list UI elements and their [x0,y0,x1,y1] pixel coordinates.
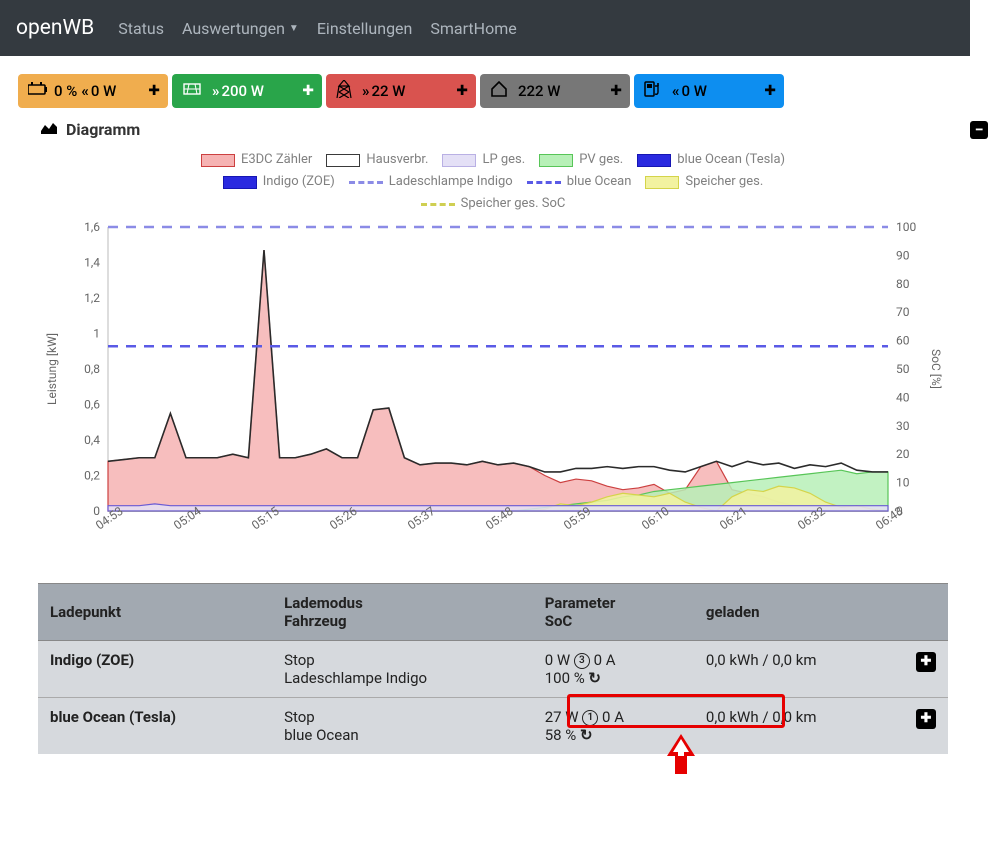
svg-text:0,6: 0,6 [84,398,100,412]
svg-text:10: 10 [896,476,910,490]
svg-text:70: 70 [896,305,910,319]
table-row: Indigo (ZOE)StopLadeschlampe Indigo0 W 3… [38,641,948,698]
collapse-icon[interactable]: − [970,121,988,139]
svg-text:Leistung [kW]: Leistung [kW] [45,333,59,405]
nav-einstellungen[interactable]: Einstellungen [317,19,413,38]
th-geladen: geladen [694,584,904,641]
svg-text:80: 80 [896,277,910,291]
solar-icon [182,82,208,100]
chart-icon [40,120,58,139]
chart: E3DC ZählerHausverbr.LP ges.PV ges.blue … [38,149,948,569]
tile-battery[interactable]: 0 % « 0 W ✚ [18,74,168,108]
cp-charged: 0,0 kWh / 0,0 km [694,698,904,755]
cp-params: 0 W 3 0 A100 % ↻ [533,641,694,698]
table-row: blue Ocean (Tesla)Stopblue Ocean27 W 1 0… [38,698,948,755]
svg-text:1,4: 1,4 [84,256,100,270]
battery-icon [28,82,54,100]
tile-pv[interactable]: » 200 W ✚ [172,74,322,108]
table-header-row: Ladepunkt LademodusFahrzeug ParameterSoC… [38,584,948,641]
nav-auswertungen[interactable]: Auswertungen▼ [182,19,299,38]
expand-row-icon[interactable]: ✚ [916,709,936,729]
svg-text:1: 1 [93,327,100,341]
legend-item[interactable]: Speicher ges. [645,171,763,193]
svg-text:100: 100 [896,221,916,234]
legend-item[interactable]: LP ges. [442,149,525,171]
brand: openWB [16,16,94,40]
house-power: 222 W [518,82,561,100]
refresh-icon[interactable]: ↻ [580,726,593,744]
chevron-down-icon: ▼ [289,23,299,34]
cp-params: 27 W 1 0 A58 % ↻ [533,698,694,755]
navbar: openWB Status Auswertungen▼ Einstellunge… [0,0,970,56]
house-icon [490,81,514,101]
tile-grid[interactable]: » 22 W ✚ [326,74,476,108]
svg-text:0,4: 0,4 [84,433,100,447]
nav-status[interactable]: Status [118,19,164,38]
arrows-left-icon: « [672,82,678,100]
svg-text:0,8: 0,8 [84,362,100,376]
chargepoint-table: Ladepunkt LademodusFahrzeug ParameterSoC… [38,583,948,754]
expand-icon[interactable]: ✚ [148,83,160,99]
chart-xticks: 04:5305:0405:1505:2605:3705:4805:5906:10… [38,521,948,561]
legend-item[interactable]: Speicher ges. SoC [421,193,566,215]
expand-icon[interactable]: ✚ [456,83,468,99]
status-tiles: 0 % « 0 W ✚ » 200 W ✚ » 22 W ✚ 222 W ✚ «… [18,74,1008,108]
pv-power: 200 W [222,82,265,100]
th-parameter: ParameterSoC [533,584,694,641]
svg-text:SoC [%]: SoC [%] [929,349,943,389]
panel-title: Diagramm [66,120,140,139]
legend-item[interactable]: Hausverbr. [326,149,428,171]
expand-icon[interactable]: ✚ [764,83,776,99]
tile-house[interactable]: 222 W ✚ [480,74,630,108]
nav-smarthome[interactable]: SmartHome [430,19,516,38]
chart-legend: E3DC ZählerHausverbr.LP ges.PV ges.blue … [38,149,948,215]
legend-item[interactable]: PV ges. [539,149,623,171]
expand-icon[interactable]: ✚ [302,83,314,99]
battery-soc: 0 % [54,82,77,100]
expand-row-icon[interactable]: ✚ [916,652,936,672]
expand-icon[interactable]: ✚ [610,83,622,99]
arrows-right-icon: » [362,82,368,100]
legend-item[interactable]: Indigo (ZOE) [223,171,335,193]
svg-text:50: 50 [896,362,910,376]
refresh-icon[interactable]: ↻ [588,669,601,687]
legend-item[interactable]: Ladeschlampe Indigo [349,171,513,193]
legend-item[interactable]: E3DC Zähler [201,149,312,171]
ev-power: 0 W [682,82,707,100]
svg-text:0,2: 0,2 [84,469,100,483]
cp-name: blue Ocean (Tesla) [38,698,272,755]
diagram-panel: Diagramm − E3DC Zähler Hausverbr. LP ges. P… [38,114,990,569]
arrows-right-icon: » [212,82,218,100]
cp-mode: StopLadeschlampe Indigo [272,641,533,698]
svg-text:1,2: 1,2 [84,291,100,305]
svg-text:90: 90 [896,248,910,262]
arrows-left-icon: « [81,82,87,100]
legend-item[interactable]: blue Ocean [527,171,632,193]
cp-charged: 0,0 kWh / 0,0 km [694,641,904,698]
svg-text:20: 20 [896,447,910,461]
cp-mode: Stopblue Ocean [272,698,533,755]
chart-plot: 00,20,40,60,811,21,41,601020304050607080… [38,221,948,521]
svg-text:40: 40 [896,390,910,404]
cp-name: Indigo (ZOE) [38,641,272,698]
svg-text:30: 30 [896,419,910,433]
tile-ev[interactable]: « 0 W ✚ [634,74,784,108]
svg-text:1,6: 1,6 [84,221,100,234]
th-ladepunkt: Ladepunkt [38,584,272,641]
charger-icon [644,80,668,102]
grid-icon [336,80,358,102]
th-lademodus: LademodusFahrzeug [272,584,533,641]
grid-power: 22 W [372,82,406,100]
battery-power: 0 W [91,82,116,100]
legend-item[interactable]: blue Ocean (Tesla) [637,149,785,171]
svg-text:60: 60 [896,334,910,348]
